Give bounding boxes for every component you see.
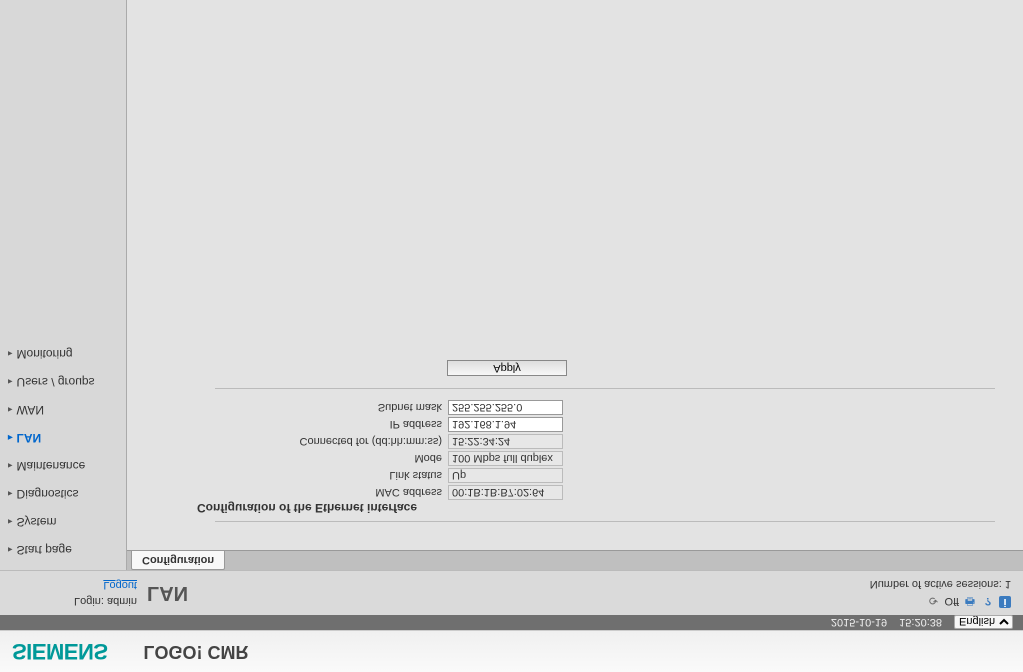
nav-wan[interactable]: ▸WAN <box>0 396 126 424</box>
link-status-label: Link status <box>275 467 445 484</box>
status-date: 2015-10-19 <box>831 617 887 629</box>
help-icon[interactable]: ? <box>981 594 995 608</box>
nav-users-groups[interactable]: ▸Users / groups <box>0 368 126 396</box>
chevron-right-icon: ▸ <box>8 377 13 388</box>
section-divider <box>215 388 995 389</box>
login-area: Login: admin Logout <box>12 579 137 607</box>
mac-address-label: MAC address <box>275 484 445 501</box>
info-bar: Login: admin Logout LAN ⟳ Off 🖶 ? i Numb… <box>0 570 1023 615</box>
mode-label: Mode <box>275 450 445 467</box>
chevron-right-icon: ▸ <box>8 517 13 528</box>
subnet-mask-field[interactable] <box>448 400 563 415</box>
tab-strip: Configuration <box>127 550 1023 570</box>
connected-for-field <box>448 434 563 449</box>
tab-configuration[interactable]: Configuration <box>131 551 225 570</box>
logout-link[interactable]: Logout <box>103 579 137 591</box>
apply-button[interactable]: Apply <box>447 360 567 376</box>
refresh-icon[interactable]: ⟳ <box>927 594 941 608</box>
header-right: ⟳ Off 🖶 ? i Number of active sessions: 1 <box>870 578 1011 608</box>
chevron-right-icon: ▸ <box>8 489 13 500</box>
page-title: LAN <box>147 582 870 605</box>
nav-start-page[interactable]: ▸Start page <box>0 536 126 564</box>
nav-diagnostics[interactable]: ▸Diagnostics <box>0 480 126 508</box>
header-icon-row: ⟳ Off 🖶 ? i <box>927 594 1011 608</box>
printer-icon[interactable]: 🖶 <box>963 594 977 608</box>
main-panel: Configuration Configuration of the Ether… <box>127 0 1023 570</box>
link-status-field <box>448 468 563 483</box>
chevron-right-icon: ▸ <box>8 545 13 556</box>
section-heading: Configuration of the Ethernet interface <box>197 501 995 515</box>
section-divider <box>215 521 995 522</box>
chevron-right-icon: ▸ <box>8 461 13 472</box>
chevron-right-icon: ▸ <box>8 405 13 416</box>
ip-address-label: IP address <box>275 416 445 433</box>
nav-sidebar: ▸Start page ▸System ▸Diagnostics ▸Mainte… <box>0 0 127 570</box>
language-select[interactable]: English <box>954 616 1013 630</box>
refresh-off-label: Off <box>945 594 959 608</box>
apply-row: Apply <box>275 360 995 376</box>
info-icon[interactable]: i <box>999 596 1011 608</box>
nav-system[interactable]: ▸System <box>0 508 126 536</box>
header-bar: SIEMENS LOGO! CMR <box>0 630 1023 672</box>
nav-maintenance[interactable]: ▸Maintenance <box>0 452 126 480</box>
product-name: LOGO! CMR <box>144 641 249 662</box>
mac-address-field <box>448 485 563 500</box>
chevron-right-icon: ▸ <box>8 349 13 360</box>
login-label: Login: admin <box>74 595 137 607</box>
active-sessions-label: Number of active sessions: 1 <box>870 578 1011 590</box>
config-form: MAC address Link status Mode Connected f… <box>275 399 566 501</box>
status-strip: 2015-10-19 15:20:38 English <box>0 615 1023 630</box>
body-wrapper: ▸Start page ▸System ▸Diagnostics ▸Mainte… <box>0 0 1023 570</box>
ip-address-field[interactable] <box>448 417 563 432</box>
content-area: Configuration of the Ethernet interface … <box>127 0 1023 550</box>
mode-field <box>448 451 563 466</box>
connected-for-label: Connected for (dd:hh:mm:ss) <box>275 433 445 450</box>
chevron-right-icon: ▸ <box>8 433 13 444</box>
nav-lan[interactable]: ▸LAN <box>0 424 126 452</box>
nav-monitoring[interactable]: ▸Monitoring <box>0 340 126 368</box>
brand-logo: SIEMENS <box>12 639 108 665</box>
subnet-mask-label: Subnet mask <box>275 399 445 416</box>
status-time: 15:20:38 <box>899 617 942 629</box>
main-heading: LAN <box>137 582 870 605</box>
